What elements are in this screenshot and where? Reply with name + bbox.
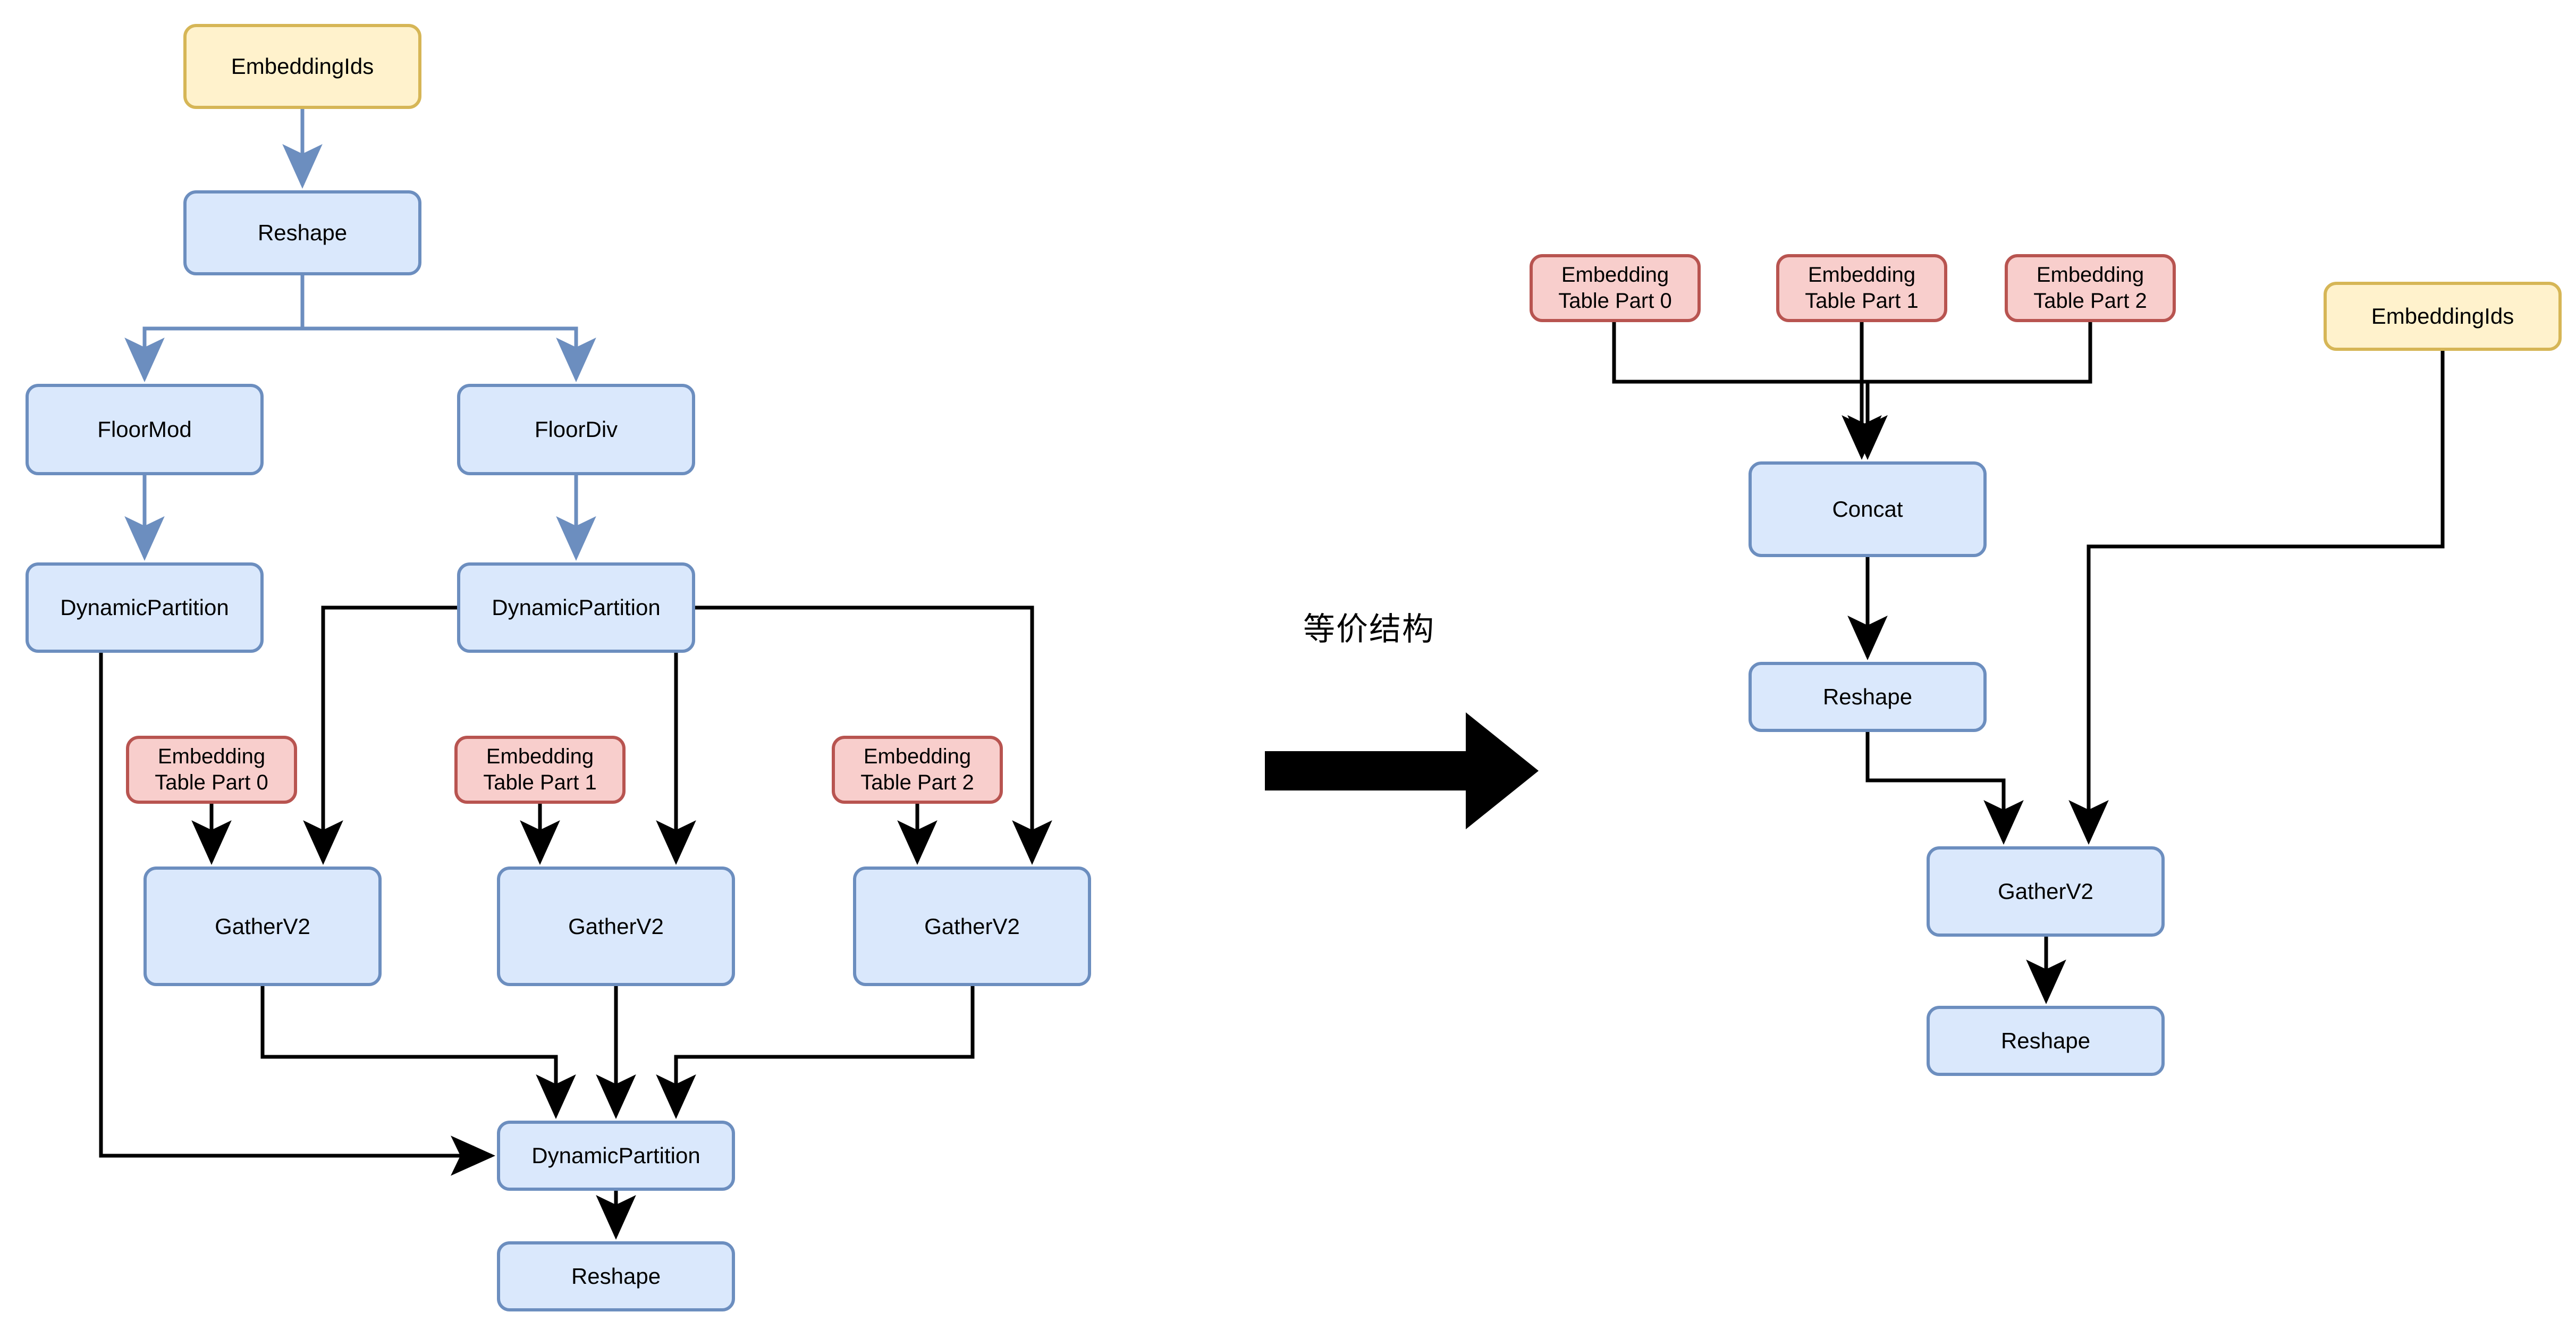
node-embedding-table-part-2-left[interactable]: Embedding Table Part 2 xyxy=(832,736,1003,804)
node-label: Reshape xyxy=(2000,1028,2091,1054)
node-label: EmbeddingIds xyxy=(2371,304,2514,329)
node-gatherv2-0[interactable]: GatherV2 xyxy=(143,867,382,986)
node-label: GatherV2 xyxy=(568,913,664,939)
node-label: DynamicPartition xyxy=(531,1143,700,1168)
node-label: GatherV2 xyxy=(215,913,310,939)
node-label: EmbeddingIds xyxy=(231,54,374,79)
node-embedding-table-part-2-right[interactable]: Embedding Table Part 2 xyxy=(2005,254,2176,322)
edge-rembeddingids-to-gatherv2 xyxy=(2068,351,2445,845)
node-embedding-table-part-1-left[interactable]: Embedding Table Part 1 xyxy=(454,736,626,804)
node-gatherv2-2[interactable]: GatherV2 xyxy=(853,867,1091,986)
equivalence-label: 等价结构 xyxy=(1303,611,1435,647)
node-floordiv[interactable]: FloorDiv xyxy=(457,384,695,475)
node-gatherv2-right[interactable]: GatherV2 xyxy=(1927,846,2165,937)
edge-reshape-to-floordiv xyxy=(300,275,596,382)
node-label: Embedding Table Part 0 xyxy=(1558,263,1672,313)
node-label: Embedding Table Part 1 xyxy=(483,745,597,794)
node-dynamicpartition-left[interactable]: DynamicPartition xyxy=(26,562,264,653)
node-dynamicpartition-bottom[interactable]: DynamicPartition xyxy=(497,1121,735,1191)
edge-gather0-to-dynpart-bottom xyxy=(260,986,576,1119)
node-label: GatherV2 xyxy=(924,913,1020,939)
edge-dynpart-to-gather2 xyxy=(695,605,1052,865)
node-reshape-bottom-left[interactable]: Reshape xyxy=(497,1241,735,1311)
node-label: Reshape xyxy=(571,1264,661,1289)
node-label: DynamicPartition xyxy=(492,595,661,620)
node-floormod[interactable]: FloorMod xyxy=(26,384,264,475)
node-dynamicpartition-mid[interactable]: DynamicPartition xyxy=(457,562,695,653)
node-label: FloorDiv xyxy=(534,417,618,442)
edge-reshape-to-floormod xyxy=(124,275,305,382)
equivalence-arrow-shape xyxy=(1265,712,1539,829)
node-label: FloorMod xyxy=(97,417,192,442)
node-label: Embedding Table Part 0 xyxy=(155,745,268,794)
node-embedding-table-part-1-right[interactable]: Embedding Table Part 1 xyxy=(1776,254,1947,322)
node-label: Reshape xyxy=(257,220,348,246)
node-label: DynamicPartition xyxy=(60,595,229,620)
node-concat[interactable]: Concat xyxy=(1749,461,1987,557)
node-embedding-table-part-0-left[interactable]: Embedding Table Part 0 xyxy=(126,736,297,804)
edge-gather2-to-dynpart-bottom xyxy=(656,986,975,1119)
node-reshape-top-left[interactable]: Reshape xyxy=(183,190,421,275)
edge-rtable0-to-concat xyxy=(1612,322,1888,460)
node-embeddingids-right[interactable]: EmbeddingIds xyxy=(2324,282,2562,351)
node-label: Embedding Table Part 2 xyxy=(860,745,974,794)
node-label: Embedding Table Part 1 xyxy=(1805,263,1919,313)
node-gatherv2-1[interactable]: GatherV2 xyxy=(497,867,735,986)
node-label: Concat xyxy=(1832,497,1903,522)
edge-rreshape-to-gatherv2 xyxy=(1865,732,2024,845)
diagram-canvas: 等价结构 EmbeddingIds Reshape FloorMod Floor… xyxy=(0,0,2576,1329)
node-reshape-bottom-right[interactable]: Reshape xyxy=(1927,1006,2165,1076)
node-label: Embedding Table Part 2 xyxy=(2033,263,2147,313)
node-embeddingids-left[interactable]: EmbeddingIds xyxy=(183,24,421,109)
node-label: GatherV2 xyxy=(1998,879,2093,904)
node-reshape-mid-right[interactable]: Reshape xyxy=(1749,662,1987,732)
edge-dynpart-to-gather0 xyxy=(303,605,457,865)
node-label: Reshape xyxy=(1822,684,1913,710)
left-blue-edges xyxy=(124,109,596,561)
edge-rtable2-to-concat xyxy=(1847,322,2092,460)
node-embedding-table-part-0-right[interactable]: Embedding Table Part 0 xyxy=(1530,254,1701,322)
